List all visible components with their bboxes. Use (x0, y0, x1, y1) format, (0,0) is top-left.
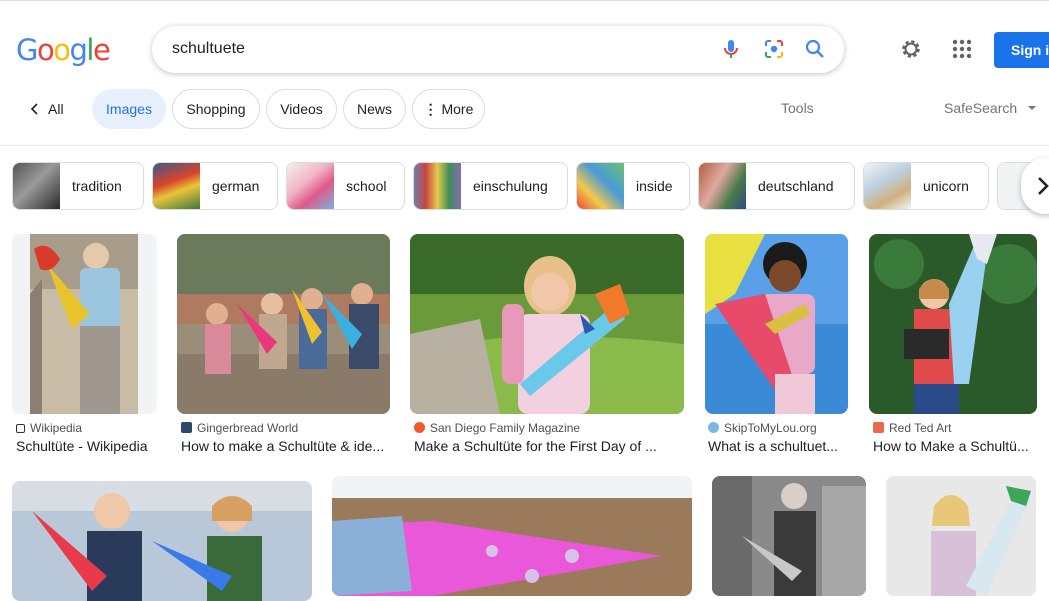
chip-einschulung[interactable]: einschulung (413, 162, 568, 210)
tab-all[interactable]: All (28, 89, 64, 129)
chip-label: inside (636, 178, 673, 194)
result-photo (177, 234, 390, 414)
result-image[interactable] (705, 234, 848, 414)
result-source[interactable]: SkipToMyLou.org (708, 421, 817, 435)
search-box[interactable]: schultuete (152, 26, 844, 73)
tab-images[interactable]: Images (92, 89, 166, 129)
tab-news[interactable]: News (343, 89, 406, 129)
tab-shopping[interactable]: Shopping (172, 89, 260, 129)
search-input[interactable]: schultuete (172, 40, 245, 58)
sign-in-button[interactable]: Sign in (994, 32, 1049, 68)
site-favicon (414, 422, 425, 433)
result-image[interactable] (177, 234, 390, 414)
logo-letter: e (92, 33, 111, 67)
result-image[interactable] (869, 234, 1037, 414)
chip-label: unicorn (923, 178, 969, 194)
chip-thumbnail (13, 163, 60, 209)
microphone-icon[interactable] (719, 37, 743, 61)
google-logo[interactable]: Google (16, 33, 111, 67)
chip-label: einschulung (473, 178, 548, 194)
result-image[interactable] (712, 476, 866, 596)
result-photo (410, 234, 684, 414)
chip-german[interactable]: german (152, 162, 278, 210)
tab-videos[interactable]: Videos (266, 89, 337, 129)
result-source[interactable]: Wikipedia (16, 421, 82, 435)
caret-down-icon (1028, 106, 1037, 110)
result-source[interactable]: Red Ted Art (873, 421, 951, 435)
result-title[interactable]: Make a Schultüte for the First Day of ..… (414, 438, 684, 454)
wikipedia-icon (16, 424, 25, 433)
result-photo (705, 234, 848, 414)
result-title[interactable]: How to Make a Schultü... (873, 438, 1035, 454)
search-icon[interactable] (803, 37, 827, 61)
chip-thumbnail (414, 163, 461, 209)
chip-school[interactable]: school (286, 162, 405, 210)
chip-thumbnail (864, 163, 911, 209)
site-favicon (873, 422, 884, 433)
tab-all-label: All (48, 101, 64, 117)
tab-more-label: More (441, 101, 474, 117)
chip-label: tradition (72, 178, 122, 194)
divider (0, 145, 1049, 146)
gear-icon[interactable] (899, 37, 923, 61)
tools-button[interactable]: Tools (781, 100, 814, 116)
logo-letter: G (16, 33, 38, 67)
result-source[interactable]: Gingerbread World (181, 421, 298, 435)
result-source-label: Wikipedia (30, 421, 83, 435)
result-source-label: Gingerbread World (197, 421, 299, 435)
chip-thumbnail (153, 163, 200, 209)
result-source-label: Red Ted Art (889, 421, 952, 435)
result-title[interactable]: Schultüte - Wikipedia (16, 438, 161, 454)
chevron-left-icon (30, 103, 38, 115)
result-title[interactable]: What is a schultuet... (708, 438, 848, 454)
result-source-label: SkipToMyLou.org (724, 421, 817, 435)
result-image[interactable] (332, 476, 692, 596)
result-image[interactable] (12, 234, 157, 414)
result-image[interactable] (12, 481, 312, 601)
safesearch-label: SafeSearch (944, 100, 1018, 116)
result-image[interactable] (886, 476, 1036, 596)
result-photo (712, 476, 866, 596)
safesearch-button[interactable]: SafeSearch (944, 100, 1037, 116)
result-image[interactable] (410, 234, 684, 414)
chip-inside[interactable]: inside (576, 162, 690, 210)
site-favicon (708, 422, 719, 433)
tab-more[interactable]: ⋮ More (412, 89, 485, 129)
chevron-right-icon (1038, 177, 1049, 195)
chip-label: german (212, 178, 260, 194)
chip-thumbnail (577, 163, 624, 209)
chip-thumbnail (699, 163, 746, 209)
result-source[interactable]: San Diego Family Magazine (414, 421, 580, 435)
result-photo (12, 481, 312, 601)
result-source-label: San Diego Family Magazine (430, 421, 581, 435)
chip-thumbnail (287, 163, 334, 209)
lens-camera-icon[interactable] (762, 37, 786, 61)
logo-letter: g (69, 33, 87, 67)
logo-letter: o (53, 33, 71, 67)
result-photo (332, 498, 692, 596)
logo-letter: o (36, 33, 55, 67)
apps-grid-icon[interactable] (950, 37, 974, 61)
result-title[interactable]: How to make a Schultüte & ide... (181, 438, 391, 454)
chip-tradition[interactable]: tradition (12, 162, 144, 210)
result-photo (869, 234, 1037, 414)
chip-unicorn[interactable]: unicorn (863, 162, 989, 210)
chip-label: deutschland (758, 178, 834, 194)
more-vert-icon: ⋮ (423, 101, 438, 117)
site-favicon (181, 422, 192, 433)
chip-deutschland[interactable]: deutschland (698, 162, 855, 210)
result-photo (30, 234, 138, 414)
top-border (0, 0, 1049, 1)
result-photo (886, 476, 1036, 596)
chip-label: school (346, 178, 387, 194)
